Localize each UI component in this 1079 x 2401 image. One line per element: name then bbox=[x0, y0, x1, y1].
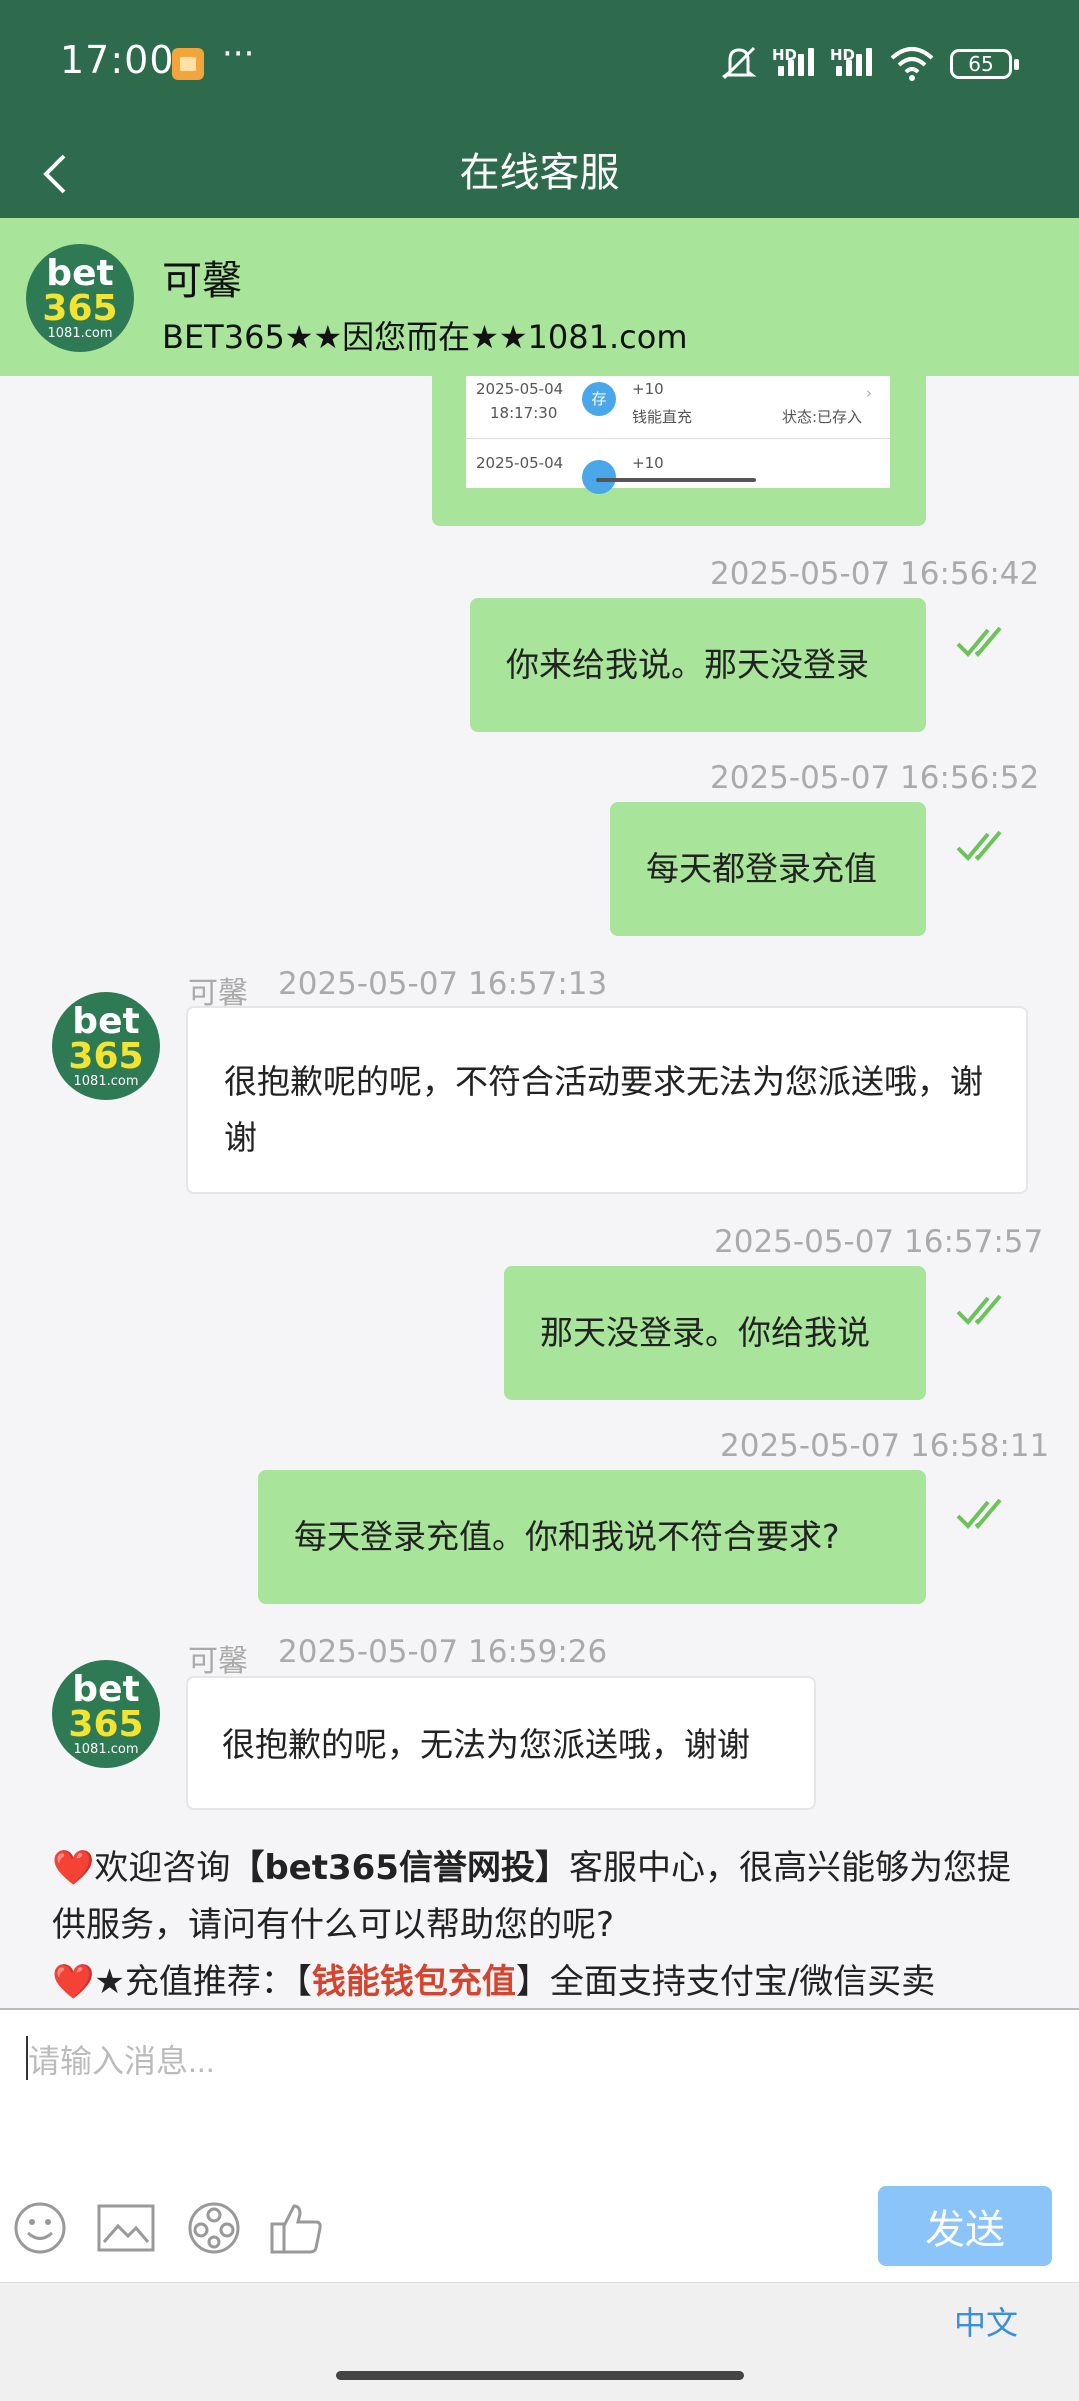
read-check-icon bbox=[956, 830, 1002, 861]
agent-avatar: bet 365 1081.com bbox=[26, 244, 134, 352]
promo-text: 】全面支持支付宝/微信买卖 bbox=[515, 1962, 936, 2002]
deposit-badge-icon-2 bbox=[582, 460, 616, 494]
send-button[interactable]: 发送 bbox=[878, 2186, 1052, 2266]
promo-highlight-link[interactable]: 钱能钱包充值 bbox=[312, 1962, 516, 2002]
heart-icon: ❤️ bbox=[52, 1962, 95, 2002]
sender-name: 可馨 bbox=[188, 1644, 248, 1679]
message-timestamp: 2025-05-07 16:56:42 bbox=[710, 556, 1040, 592]
divider bbox=[466, 438, 890, 439]
record-time: 18:17:30 bbox=[490, 404, 558, 422]
message-input[interactable] bbox=[26, 2030, 1050, 2092]
heart-icon: ❤️ bbox=[52, 1848, 95, 1888]
app-header: 在线客服 bbox=[0, 132, 1079, 218]
record-amount-2: +10 bbox=[632, 454, 664, 472]
read-check-icon bbox=[956, 1498, 1002, 1529]
message-timestamp: 2025-05-07 16:58:11 bbox=[720, 1428, 1050, 1464]
agent-subtitle: BET365★★因您而在★★1081.com bbox=[162, 318, 688, 356]
message-timestamp: 2025-05-07 16:57:13 bbox=[278, 966, 608, 1002]
incoming-message[interactable]: 很抱歉呢的呢，不符合活动要求无法为您派送哦，谢谢 bbox=[186, 1006, 1028, 1194]
incoming-message[interactable]: 很抱歉的呢，无法为您派送哦，谢谢 bbox=[186, 1676, 816, 1810]
record-status: 状态:已存入 bbox=[782, 408, 863, 426]
emoji-icon[interactable] bbox=[12, 2200, 68, 2256]
outgoing-message[interactable]: 你来给我说。那天没登录 bbox=[470, 598, 926, 732]
read-check-icon bbox=[956, 626, 1002, 657]
record-type: 钱能直充 bbox=[632, 408, 693, 426]
message-timestamp: 2025-05-07 16:56:52 bbox=[710, 760, 1040, 796]
video-icon[interactable] bbox=[186, 2200, 242, 2256]
record-date-2: 2025-05-04 bbox=[476, 454, 564, 472]
bottom-bar bbox=[0, 2282, 1079, 2401]
battery-icon: 65 bbox=[950, 49, 1019, 79]
language-toggle[interactable]: 中文 bbox=[954, 2298, 1018, 2344]
read-check-icon bbox=[956, 1294, 1002, 1325]
message-timestamp: 2025-05-07 16:57:57 bbox=[714, 1224, 1044, 1260]
signal-icon-1 bbox=[778, 44, 822, 76]
agent-name: 可馨 bbox=[162, 258, 242, 304]
welcome-promo-text: ❤️欢迎咨询【bet365信誉网投】客服中心，很高兴能够为您提供服务，请问有什么… bbox=[52, 1840, 1032, 2011]
scroll-indicator bbox=[596, 478, 756, 482]
outgoing-message[interactable]: 每天都登录充值 bbox=[610, 802, 926, 936]
home-indicator[interactable] bbox=[336, 2371, 744, 2380]
wifi-icon bbox=[890, 47, 934, 81]
promo-text: 欢迎咨询 bbox=[94, 1848, 231, 1888]
image-icon[interactable] bbox=[96, 2200, 156, 2256]
message-timestamp: 2025-05-07 16:59:26 bbox=[278, 1634, 608, 1670]
thumbs-up-icon[interactable] bbox=[268, 2200, 324, 2256]
outgoing-message[interactable]: 每天登录充值。你和我说不符合要求? bbox=[258, 1470, 926, 1604]
image-message-content[interactable]: 2025-05-04 18:17:30 存 +10 钱能直充 状态:已存入 › … bbox=[466, 376, 890, 494]
gallery-notification-icon bbox=[172, 48, 204, 80]
promo-text: ★充值推荐：【 bbox=[94, 1962, 312, 2002]
record-date: 2025-05-04 bbox=[476, 380, 564, 398]
status-bar: 17:00 ··· HD HD 65 bbox=[0, 0, 1079, 132]
status-time: 17:00 bbox=[60, 38, 175, 82]
outgoing-message[interactable]: 那天没登录。你给我说 bbox=[504, 1266, 926, 1400]
more-notifications-icon: ··· bbox=[222, 34, 255, 74]
deposit-badge-icon: 存 bbox=[582, 382, 616, 416]
agent-avatar: bet 365 1081.com bbox=[52, 992, 160, 1100]
mute-icon bbox=[721, 46, 757, 80]
chevron-right-icon: › bbox=[866, 384, 872, 402]
signal-icon-2 bbox=[836, 44, 880, 76]
page-title: 在线客服 bbox=[459, 150, 620, 196]
promo-brand: 【bet365信誉网投】 bbox=[230, 1848, 569, 1888]
agent-avatar: bet 365 1081.com bbox=[52, 1660, 160, 1768]
record-amount: +10 bbox=[632, 380, 664, 398]
